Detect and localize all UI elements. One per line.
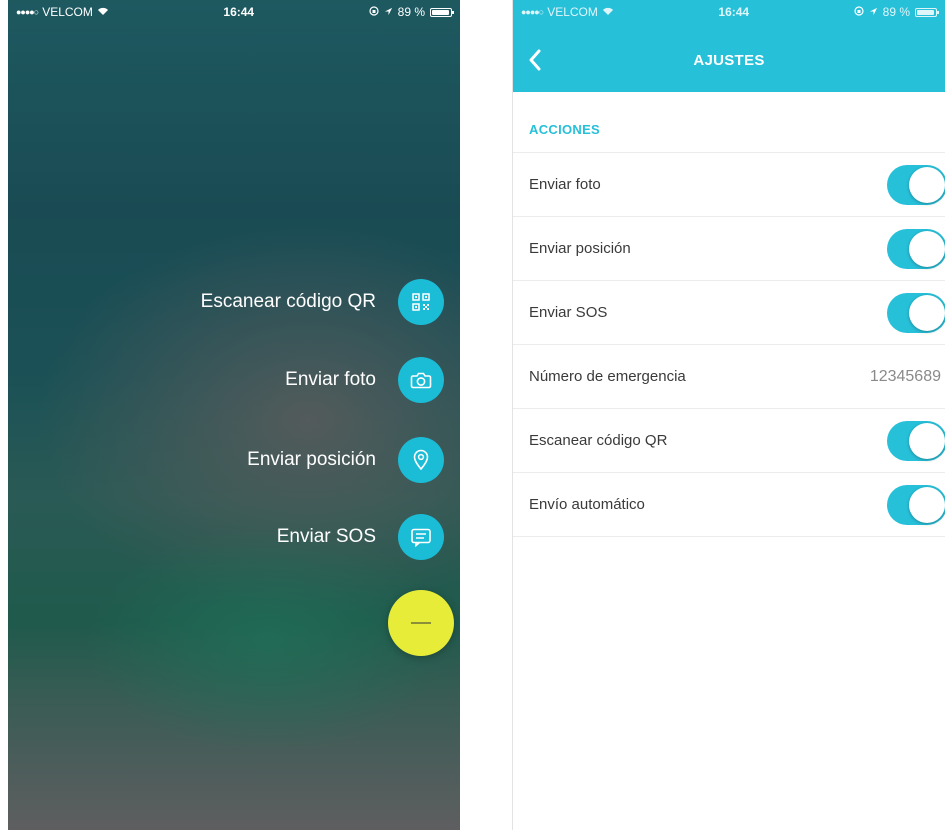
- setting-row-auto-send: Envío automático: [513, 473, 945, 537]
- qr-code-icon[interactable]: [398, 279, 444, 325]
- orientation-lock-icon: [854, 5, 864, 19]
- signal-strength-icon: ●●●●○: [16, 7, 39, 17]
- status-right: 89 %: [854, 5, 939, 19]
- toggle-knob: [909, 166, 945, 203]
- wifi-icon: [97, 5, 109, 19]
- close-menu-button[interactable]: [388, 590, 454, 656]
- setting-label: Número de emergencia: [529, 368, 686, 385]
- carrier-name: VELCOM: [42, 5, 93, 19]
- toggle-knob: [909, 230, 945, 267]
- menu-item-send-position[interactable]: Enviar posición: [247, 435, 444, 485]
- scan-qr-toggle[interactable]: [887, 420, 945, 461]
- menu-item-scan-qr[interactable]: Escanear código QR: [201, 277, 444, 327]
- status-bar: ●●●●○ VELCOM 16:44 89 %: [513, 0, 945, 24]
- setting-row-send-sos: Enviar SOS: [513, 281, 945, 345]
- menu-item-label: Enviar posición: [247, 449, 376, 470]
- carrier-name: VELCOM: [547, 5, 598, 19]
- wifi-icon: [602, 5, 614, 19]
- app-header: ●●●●○ VELCOM 16:44 89 % AJUSTES: [513, 0, 945, 92]
- setting-label: Enviar foto: [529, 176, 601, 193]
- chevron-left-icon: [529, 49, 541, 71]
- section-header-actions: ACCIONES: [529, 122, 601, 137]
- back-button[interactable]: [523, 48, 547, 72]
- menu-item-label: Enviar foto: [285, 369, 376, 390]
- menu-item-send-photo[interactable]: Enviar foto: [285, 355, 444, 405]
- location-arrow-icon: [384, 5, 393, 19]
- menu-item-label: Enviar SOS: [276, 526, 376, 547]
- location-arrow-icon: [869, 5, 878, 19]
- battery-percent: 89 %: [882, 5, 910, 19]
- settings-list: Enviar foto Enviar posición Enviar SOS N…: [513, 152, 945, 537]
- send-sos-toggle[interactable]: [887, 292, 945, 333]
- status-left: ●●●●○ VELCOM: [521, 5, 614, 19]
- setting-label: Escanear código QR: [529, 432, 668, 449]
- settings-screen: ●●●●○ VELCOM 16:44 89 % AJUSTES ACCIONES…: [512, 0, 945, 830]
- camera-icon[interactable]: [398, 357, 444, 403]
- orientation-lock-icon: [369, 5, 379, 19]
- toggle-knob: [909, 422, 945, 459]
- message-icon[interactable]: [398, 514, 444, 560]
- status-left: ●●●●○ VELCOM: [16, 5, 109, 19]
- battery-percent: 89 %: [397, 5, 425, 19]
- status-bar: ●●●●○ VELCOM 16:44 89 %: [8, 0, 460, 24]
- toggle-knob: [909, 294, 945, 331]
- status-time: 16:44: [718, 5, 750, 19]
- setting-label: Enviar SOS: [529, 304, 608, 321]
- setting-row-send-position: Enviar posición: [513, 217, 945, 281]
- send-photo-toggle[interactable]: [887, 164, 945, 205]
- page-title: AJUSTES: [693, 51, 765, 69]
- location-pin-icon[interactable]: [398, 437, 444, 483]
- emergency-number-value[interactable]: 12345689: [870, 368, 945, 386]
- auto-send-toggle[interactable]: [887, 484, 945, 525]
- setting-label: Envío automático: [529, 496, 645, 513]
- setting-row-send-photo: Enviar foto: [513, 153, 945, 217]
- status-right: 89 %: [369, 5, 454, 19]
- signal-strength-icon: ●●●●○: [521, 7, 544, 17]
- setting-row-emergency-number[interactable]: Número de emergencia 12345689: [513, 345, 945, 409]
- toggle-knob: [909, 486, 945, 523]
- menu-item-label: Escanear código QR: [200, 291, 376, 312]
- minus-icon: [411, 622, 431, 624]
- battery-icon: [430, 7, 454, 17]
- home-screen: ●●●●○ VELCOM 16:44 89 % Escanear código …: [8, 0, 460, 830]
- navigation-bar: AJUSTES: [513, 40, 945, 80]
- status-time: 16:44: [223, 5, 255, 19]
- send-position-toggle[interactable]: [887, 228, 945, 269]
- setting-row-scan-qr: Escanear código QR: [513, 409, 945, 473]
- setting-label: Enviar posición: [529, 240, 631, 257]
- battery-icon: [915, 7, 939, 17]
- menu-item-send-sos[interactable]: Enviar SOS: [277, 512, 444, 562]
